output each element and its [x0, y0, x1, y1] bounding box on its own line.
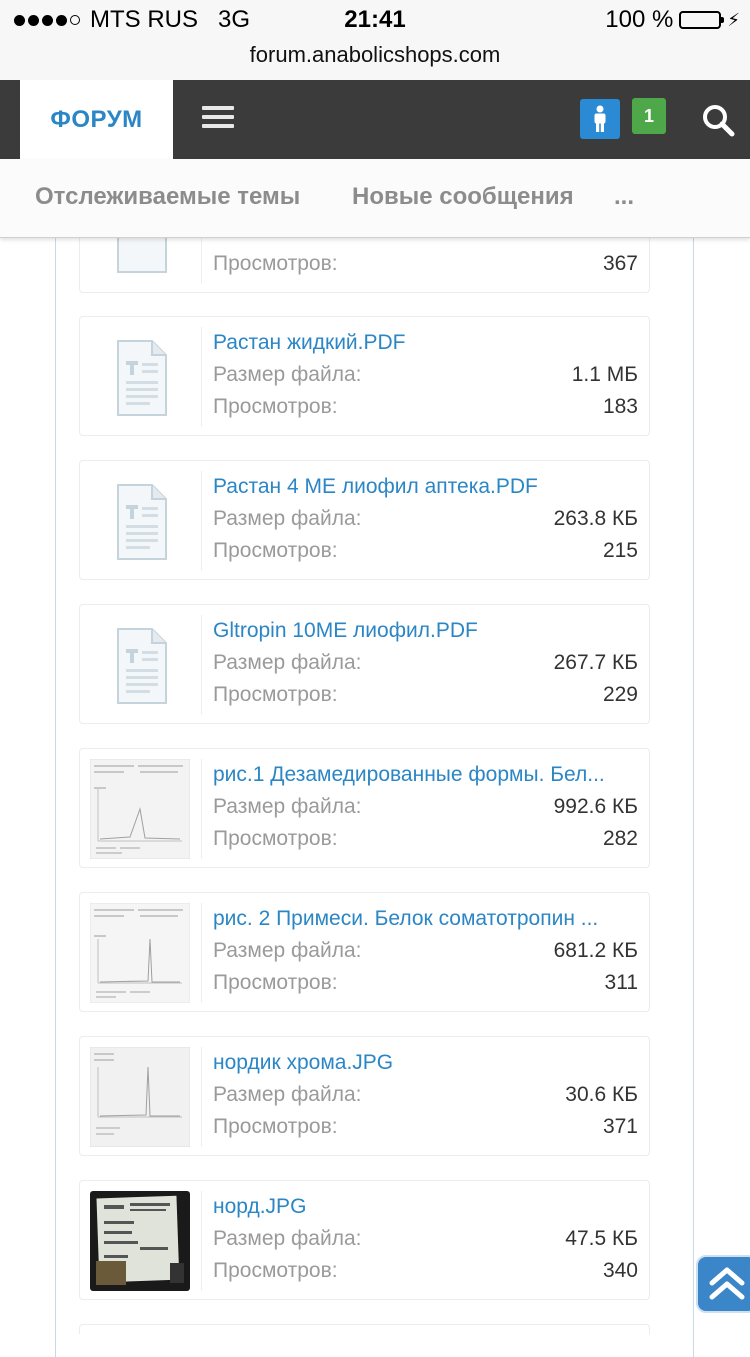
card-divider — [201, 1047, 202, 1147]
size-value: 263.8 КБ — [553, 507, 638, 530]
forum-tab[interactable]: ФОРУМ — [20, 80, 173, 159]
file-name-link[interactable]: норд.JPG — [213, 1195, 638, 1219]
size-value: 681.2 КБ — [553, 939, 638, 962]
size-row: Размер файла: 47.5 КБ — [213, 1227, 638, 1251]
attachment-card[interactable]: нордик хрома.JPG Размер файла: 30.6 КБ П… — [79, 1036, 650, 1156]
views-row: Просмотров: 371 — [213, 1115, 638, 1139]
views-row: Просмотров: 367 — [213, 252, 638, 276]
photo-thumbnail[interactable] — [90, 1191, 190, 1291]
file-name-link[interactable]: рис.1 Дезамедированные формы. Бел... — [213, 763, 638, 787]
views-value: 371 — [602, 1115, 638, 1138]
battery-icon — [679, 11, 725, 29]
chart-image-thumbnail[interactable] — [89, 902, 191, 1004]
scroll-to-top-button[interactable] — [696, 1255, 750, 1313]
file-name-link[interactable]: нордик хрома.JPG — [213, 1051, 638, 1075]
file-name-link[interactable]: Gltropin 10МЕ лиофил.PDF — [213, 619, 638, 643]
views-row: Просмотров: 311 — [213, 971, 638, 995]
size-value: 992.6 КБ — [553, 795, 638, 818]
views-label: Просмотров: — [213, 1259, 338, 1282]
size-label: Размер файла: — [213, 363, 362, 386]
views-row: Просмотров: 183 — [213, 395, 638, 419]
views-row: Просмотров: 282 — [213, 827, 638, 851]
battery-percent: 100 % — [605, 6, 674, 33]
file-name-link[interactable]: Растан 4 МЕ лиофил аптека.PDF — [213, 475, 638, 499]
size-label: Размер файла: — [213, 651, 362, 674]
tab-watched-threads[interactable]: Отслеживаемые темы — [35, 183, 300, 211]
alerts-badge[interactable]: 1 — [632, 98, 666, 134]
tab-more[interactable]: ... — [614, 183, 634, 211]
attachment-card[interactable]: Растан жидкий.PDF Размер файла: 1.1 МБ П… — [79, 316, 650, 436]
size-row: Размер файла: 992.6 КБ — [213, 795, 638, 819]
views-value: 340 — [602, 1259, 638, 1282]
views-value: 367 — [602, 252, 638, 275]
size-value: 1.1 МБ — [571, 363, 638, 386]
card-divider — [201, 1191, 202, 1291]
views-row: Просмотров: 215 — [213, 539, 638, 563]
views-row: Просмотров: 340 — [213, 1259, 638, 1283]
card-divider — [201, 615, 202, 715]
views-label: Просмотров: — [213, 1115, 338, 1138]
views-label: Просмотров: — [213, 539, 338, 562]
pdf-file-icon — [90, 327, 190, 427]
secondary-tabs: Отслеживаемые темы Новые сообщения ... — [0, 159, 750, 238]
size-value: 30.6 КБ — [565, 1083, 638, 1106]
attachment-card[interactable] — [79, 1324, 650, 1334]
size-row: Размер файла: 30.6 КБ — [213, 1083, 638, 1107]
file-name-link[interactable]: Растан жидкий.PDF — [213, 331, 638, 355]
views-label: Просмотров: — [213, 827, 338, 850]
attachment-card[interactable]: рис.1 Дезамедированные формы. Бел... Раз… — [79, 748, 650, 868]
size-label: Размер файла: — [213, 1083, 362, 1106]
double-chevron-up-icon — [709, 1267, 745, 1300]
charging-icon: ⚡ — [727, 9, 740, 30]
size-row: Размер файла: 267.7 КБ — [213, 651, 638, 675]
card-divider — [201, 759, 202, 859]
views-value: 229 — [602, 683, 638, 706]
person-icon — [594, 105, 606, 132]
chart-image-thumbnail[interactable] — [89, 1046, 191, 1148]
views-label: Просмотров: — [213, 252, 338, 275]
views-value: 215 — [602, 539, 638, 562]
search-icon[interactable] — [700, 102, 736, 138]
views-label: Просмотров: — [213, 683, 338, 706]
views-row: Просмотров: 229 — [213, 683, 638, 707]
size-value: 267.7 КБ — [553, 651, 638, 674]
size-label: Размер файла: — [213, 507, 362, 530]
user-account-button[interactable] — [580, 99, 620, 139]
url-text: forum.anabolicshops.com — [249, 42, 501, 67]
chart-image-thumbnail[interactable] — [89, 758, 191, 860]
views-value: 282 — [602, 827, 638, 850]
views-label: Просмотров: — [213, 971, 338, 994]
status-right: 100 % ⚡ — [605, 6, 740, 34]
attachment-card[interactable]: норд.JPG Размер файла: 47.5 КБ Просмотро… — [79, 1180, 650, 1300]
views-label: Просмотров: — [213, 395, 338, 418]
size-row: Размер файла: 1.1 МБ — [213, 363, 638, 387]
attachment-card[interactable]: Gltropin 10МЕ лиофил.PDF Размер файла: 2… — [79, 604, 650, 724]
card-divider — [201, 903, 202, 1003]
card-divider — [201, 471, 202, 571]
size-value: 47.5 КБ — [565, 1227, 638, 1250]
size-row: Размер файла: 263.8 КБ — [213, 507, 638, 531]
card-divider — [201, 327, 202, 427]
address-bar[interactable]: forum.anabolicshops.com — [0, 40, 750, 81]
size-row: Размер файла: 681.2 КБ — [213, 939, 638, 963]
size-label: Размер файла: — [213, 795, 362, 818]
views-value: 311 — [604, 971, 638, 994]
site-navbar: ФОРУМ 1 — [0, 80, 750, 159]
size-label: Размер файла: — [213, 939, 362, 962]
hamburger-menu-icon[interactable] — [202, 106, 236, 130]
size-label: Размер файла: — [213, 1227, 362, 1250]
tab-new-posts[interactable]: Новые сообщения — [352, 183, 574, 211]
file-name-link[interactable]: рис. 2 Примеси. Белок соматотропин ... — [213, 907, 638, 931]
pdf-file-icon — [90, 615, 190, 715]
attachment-card[interactable]: Растан 4 МЕ лиофил аптека.PDF Размер фай… — [79, 460, 650, 580]
views-value: 183 — [602, 395, 638, 418]
pdf-file-icon — [90, 471, 190, 571]
status-bar: MTS RUS 3G 21:41 100 % ⚡ — [0, 0, 750, 40]
attachment-card[interactable]: рис. 2 Примеси. Белок соматотропин ... Р… — [79, 892, 650, 1012]
